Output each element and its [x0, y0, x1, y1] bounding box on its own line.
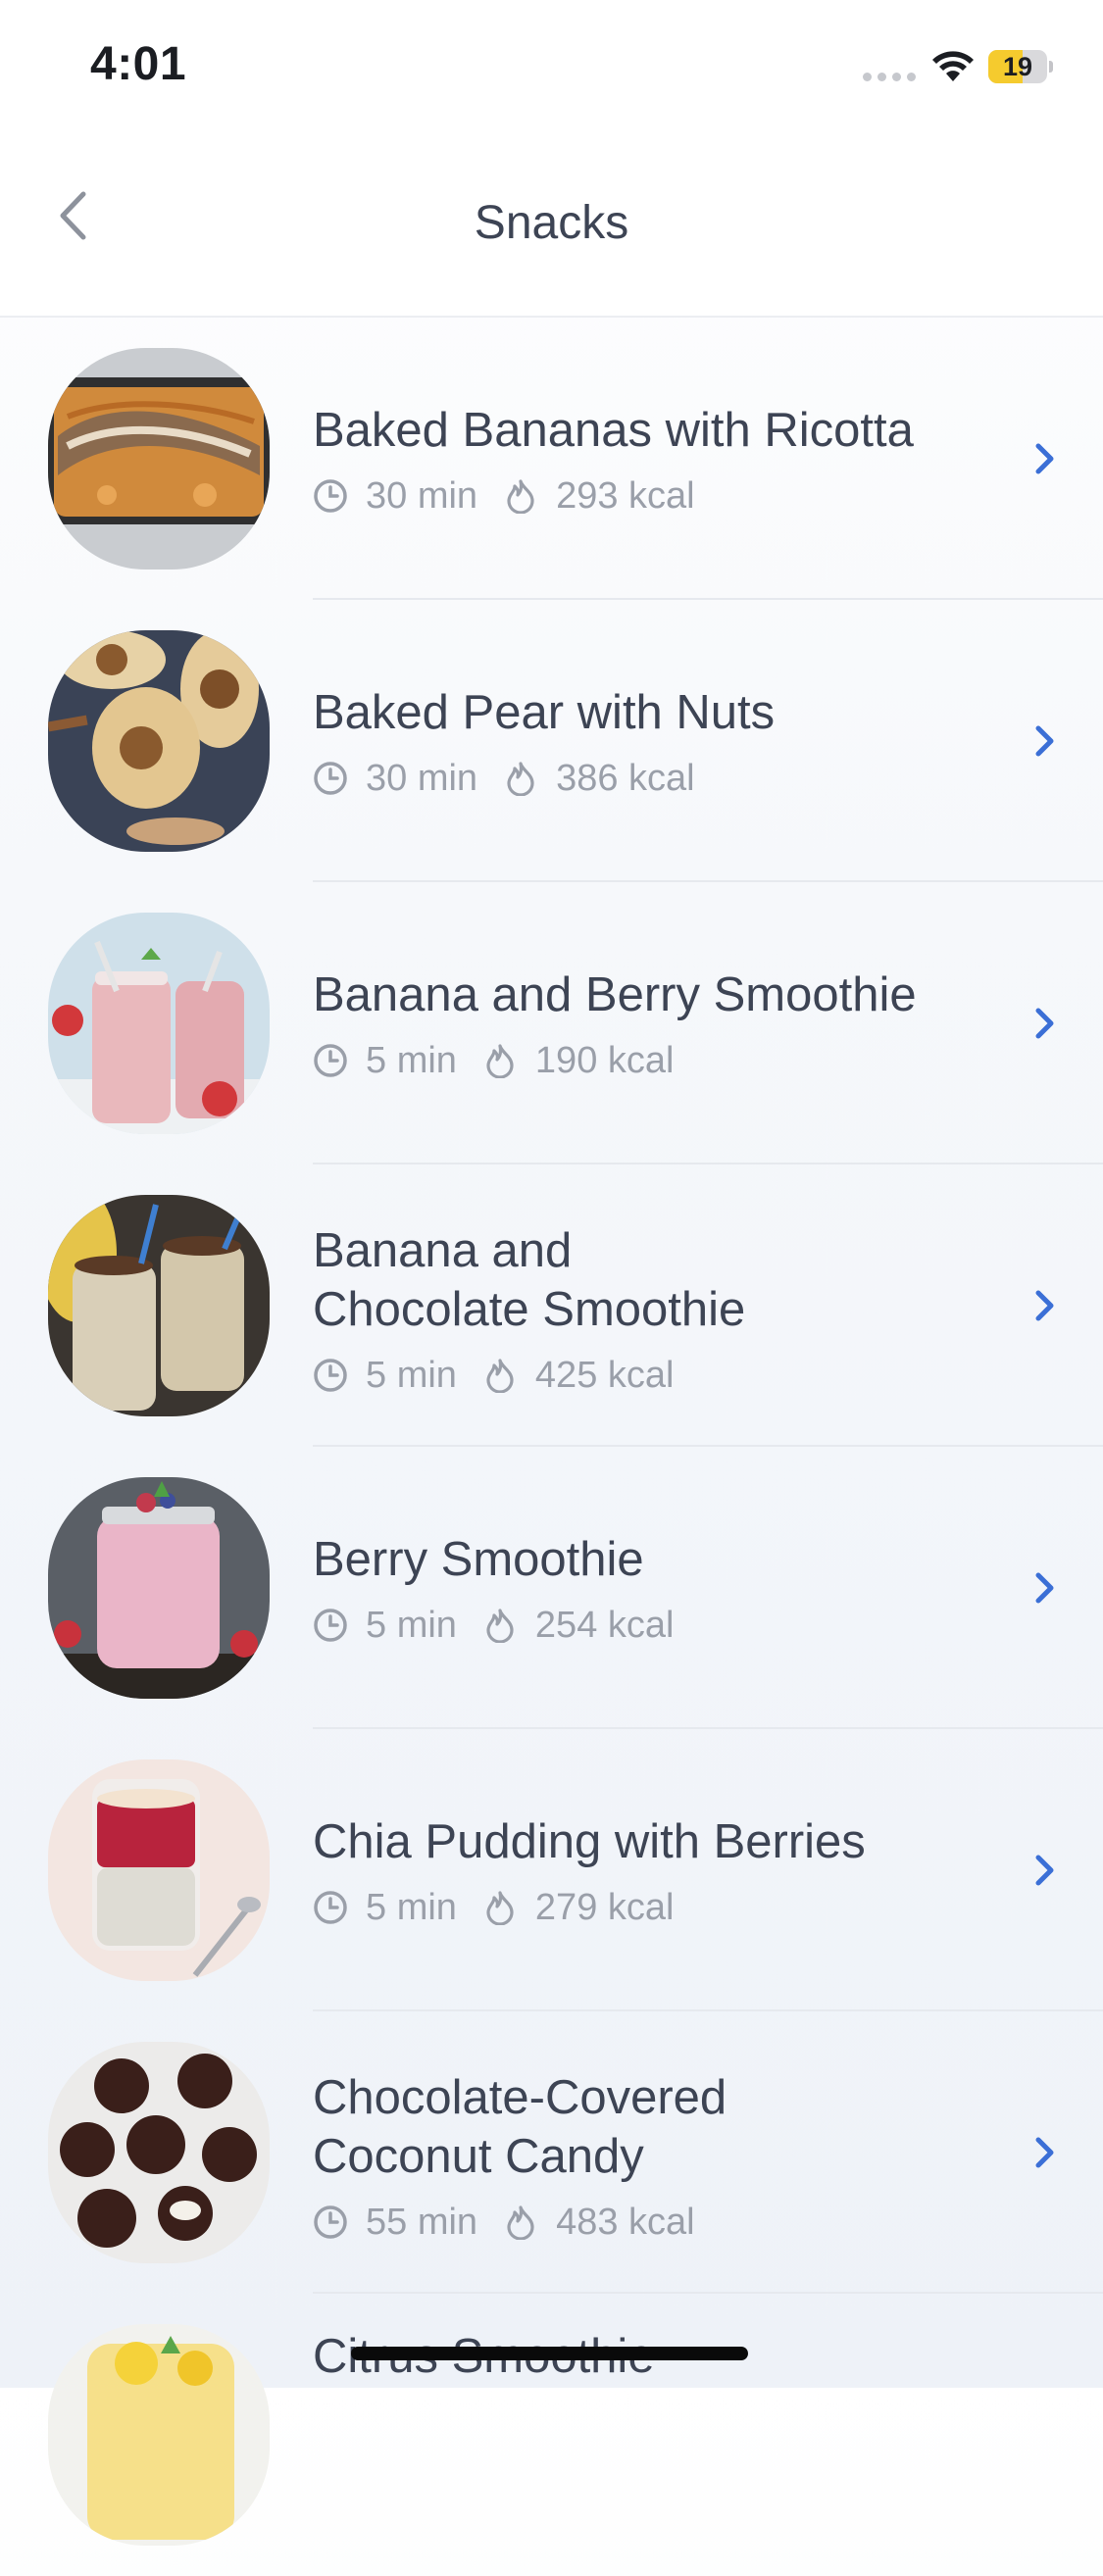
recipe-title: Baked Pear with Nuts	[313, 685, 776, 739]
battery-icon: 19	[988, 50, 1053, 83]
calories: 386 kcal	[556, 757, 695, 799]
recipe-image	[48, 913, 270, 1134]
page-title: Snacks	[474, 197, 629, 249]
cook-time: 55 min	[366, 2201, 478, 2243]
recipe-text: Baked Pear with Nuts 30 min 386 kcal	[313, 600, 995, 882]
clock-icon	[313, 2204, 348, 2240]
recipe-meta: 5 min 279 kcal	[313, 1887, 995, 1929]
flame-icon	[482, 1890, 518, 1925]
status-time: 4:01	[90, 38, 187, 90]
battery-level: 19	[1002, 52, 1033, 81]
cellular-signal-icon	[863, 73, 916, 81]
cook-time: 30 min	[366, 474, 478, 517]
status-bar: 4:01 19	[0, 0, 1103, 137]
cook-time: 30 min	[366, 757, 478, 799]
recipe-row[interactable]: Citrus Smoothie	[0, 2294, 1103, 2576]
recipe-image	[48, 1477, 270, 1699]
calories: 254 kcal	[534, 1604, 675, 1646]
cook-time: 5 min	[366, 1039, 457, 1081]
recipe-row[interactable]: Chocolate-Covered Coconut Candy 55 min 4…	[0, 2011, 1103, 2294]
flame-icon	[482, 1358, 518, 1393]
clock-icon	[313, 761, 348, 796]
chevron-right-icon	[1035, 1290, 1054, 1321]
recipe-title: Chia Pudding with Berries	[313, 1814, 866, 1868]
flame-icon	[503, 2204, 538, 2240]
recipe-row[interactable]: Banana and Chocolate Smoothie 5 min 425 …	[0, 1164, 1103, 1447]
recipe-text: Berry Smoothie 5 min 254 kcal	[313, 1447, 995, 1729]
clock-icon	[313, 1358, 348, 1393]
recipe-title: Baked Bananas with Ricotta	[313, 403, 914, 457]
clock-icon	[313, 1043, 348, 1078]
clock-icon	[313, 1608, 348, 1643]
recipe-title: Berry Smoothie	[313, 1532, 644, 1586]
recipe-list: Baked Bananas with Ricotta 30 min 293 kc…	[0, 318, 1103, 2576]
recipe-row[interactable]: Chia Pudding with Berries 5 min 279 kcal	[0, 1729, 1103, 2011]
cook-time: 5 min	[366, 1354, 457, 1396]
recipe-text: Citrus Smoothie	[313, 2294, 995, 2576]
flame-icon	[503, 761, 538, 796]
navigation-bar: Snacks	[0, 137, 1103, 318]
recipe-image	[48, 348, 270, 570]
flame-icon	[482, 1608, 518, 1643]
recipe-meta: 55 min 483 kcal	[313, 2202, 995, 2244]
recipe-image	[48, 1759, 270, 1981]
home-indicator[interactable]	[351, 2347, 748, 2360]
clock-icon	[313, 478, 348, 514]
recipe-meta: 5 min 254 kcal	[313, 1605, 995, 1647]
chevron-right-icon	[1035, 443, 1054, 474]
recipe-meta: 30 min 386 kcal	[313, 758, 995, 800]
flame-icon	[482, 1043, 518, 1078]
calories: 483 kcal	[556, 2201, 695, 2243]
recipe-image	[48, 2324, 270, 2546]
flame-icon	[503, 478, 538, 514]
recipe-text: Banana and Berry Smoothie 5 min 190 kcal	[313, 882, 995, 1164]
recipe-meta: 5 min 425 kcal	[313, 1355, 995, 1397]
clock-icon	[313, 1890, 348, 1925]
recipe-title: Chocolate-Covered Coconut Candy	[313, 2070, 727, 2183]
chevron-right-icon	[1035, 1008, 1054, 1039]
wifi-icon	[932, 51, 974, 81]
recipe-meta: 5 min 190 kcal	[313, 1040, 995, 1082]
chevron-right-icon	[1035, 1855, 1054, 1886]
recipe-image	[48, 630, 270, 852]
cook-time: 5 min	[366, 1604, 457, 1646]
chevron-right-icon	[1035, 725, 1054, 757]
recipe-text: Chia Pudding with Berries 5 min 279 kcal	[313, 1729, 995, 2011]
recipe-row[interactable]: Baked Bananas with Ricotta 30 min 293 kc…	[0, 318, 1103, 600]
calories: 190 kcal	[534, 1039, 675, 1081]
recipe-row[interactable]: Baked Pear with Nuts 30 min 386 kcal	[0, 600, 1103, 882]
recipe-title: Banana and Chocolate Smoothie	[313, 1223, 746, 1336]
recipe-image	[48, 2042, 270, 2263]
calories: 425 kcal	[534, 1354, 675, 1396]
cook-time: 5 min	[366, 1886, 457, 1928]
recipe-row[interactable]: Banana and Berry Smoothie 5 min 190 kcal	[0, 882, 1103, 1164]
calories: 293 kcal	[556, 474, 695, 517]
chevron-right-icon	[1035, 2137, 1054, 2168]
calories: 279 kcal	[534, 1886, 675, 1928]
recipe-meta: 30 min 293 kcal	[313, 475, 995, 518]
recipe-text: Chocolate-Covered Coconut Candy 55 min 4…	[313, 2011, 995, 2294]
recipe-image	[48, 1195, 270, 1416]
recipe-row[interactable]: Berry Smoothie 5 min 254 kcal	[0, 1447, 1103, 1729]
recipe-text: Banana and Chocolate Smoothie 5 min 425 …	[313, 1164, 995, 1447]
recipe-title: Banana and Berry Smoothie	[313, 967, 917, 1021]
recipe-text: Baked Bananas with Ricotta 30 min 293 kc…	[313, 318, 995, 600]
chevron-right-icon	[1035, 1572, 1054, 1604]
